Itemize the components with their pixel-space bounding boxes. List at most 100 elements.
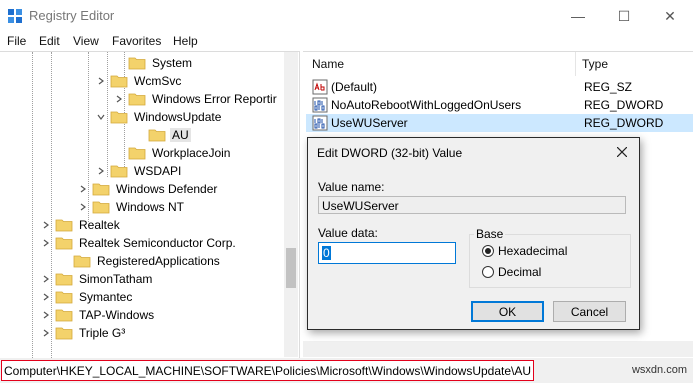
chevron-right-icon[interactable] <box>78 202 88 212</box>
value-data-text: 0 <box>322 246 331 260</box>
tree-item-label: Triple G³ <box>79 326 126 340</box>
folder-icon <box>128 147 146 160</box>
chevron-right-icon[interactable] <box>114 94 124 104</box>
folder-icon <box>110 111 128 124</box>
chevron-right-icon[interactable] <box>78 184 88 194</box>
tree-item-label: Windows Defender <box>116 182 218 196</box>
status-bar: Computer\HKEY_LOCAL_MACHINE\SOFTWARE\Pol… <box>0 358 693 383</box>
value-data-label: Value data: <box>318 226 378 240</box>
cancel-button[interactable]: Cancel <box>553 301 626 322</box>
tree-item[interactable]: Realtek <box>41 216 122 234</box>
chevron-right-icon[interactable] <box>41 220 51 230</box>
tree-item-label: RegisteredApplications <box>97 254 220 268</box>
menu-bar: File Edit View Favorites Help <box>0 31 693 51</box>
decimal-radio[interactable]: Decimal <box>482 265 541 279</box>
folder-icon <box>55 291 73 304</box>
chevron-right-icon[interactable] <box>41 292 51 302</box>
folder-icon <box>55 219 73 232</box>
binary-value-icon <box>312 97 328 113</box>
base-groupbox <box>469 234 631 288</box>
value-row[interactable]: (Default) REG_SZ <box>306 78 693 96</box>
chevron-right-icon[interactable] <box>41 310 51 320</box>
folder-icon <box>128 93 146 106</box>
tree-item-label: WorkplaceJoin <box>152 146 231 160</box>
close-icon <box>617 147 627 157</box>
tree-item[interactable]: Windows NT <box>78 198 186 216</box>
folder-icon <box>55 309 73 322</box>
hexadecimal-radio[interactable]: Hexadecimal <box>482 244 567 258</box>
minimize-button[interactable]: — <box>555 2 601 30</box>
chevron-right-icon[interactable] <box>96 76 106 86</box>
title-bar: Registry Editor — ☐ ✕ <box>0 0 693 31</box>
tree-item-label: Windows Error Reportir <box>152 92 277 106</box>
tree-item[interactable]: Realtek Semiconductor Corp. <box>41 234 238 252</box>
menu-favorites[interactable]: Favorites <box>112 34 161 48</box>
tree-item[interactable]: Symantec <box>41 288 134 306</box>
maximize-button[interactable]: ☐ <box>601 2 647 30</box>
close-button[interactable]: ✕ <box>647 2 693 30</box>
string-value-icon <box>312 79 328 95</box>
folder-icon <box>55 273 73 286</box>
registry-editor-icon <box>8 9 22 23</box>
tree-item[interactable]: AU <box>148 126 191 144</box>
column-header-type[interactable]: Type <box>582 52 608 76</box>
values-horizontal-scrollbar[interactable] <box>303 341 693 357</box>
tree-item-label: Windows NT <box>116 200 185 214</box>
chevron-right-icon[interactable] <box>41 274 51 284</box>
tree-guide-line <box>32 52 33 358</box>
value-type: REG_DWORD <box>584 116 664 130</box>
tree-item[interactable]: SimonTatham <box>41 270 154 288</box>
menu-view[interactable]: View <box>73 34 99 48</box>
folder-icon <box>148 129 166 142</box>
base-label: Base <box>474 227 506 241</box>
dialog-title: Edit DWORD (32-bit) Value <box>317 146 463 160</box>
value-row[interactable]: NoAutoRebootWithLoggedOnUsers REG_DWORD <box>306 96 693 114</box>
tree-item[interactable]: System <box>128 54 194 72</box>
tree-item-label: Realtek <box>79 218 120 232</box>
menu-edit[interactable]: Edit <box>39 34 60 48</box>
folder-icon <box>92 201 110 214</box>
key-path[interactable]: Computer\HKEY_LOCAL_MACHINE\SOFTWARE\Pol… <box>1 360 535 381</box>
radio-selected-icon <box>482 245 494 257</box>
folder-icon <box>110 165 128 178</box>
chevron-right-icon[interactable] <box>41 328 51 338</box>
tree-item[interactable]: Windows Defender <box>78 180 219 198</box>
chevron-right-icon[interactable] <box>96 166 106 176</box>
folder-icon <box>55 327 73 340</box>
tree-item-label: WSDAPI <box>134 164 182 178</box>
tree-item[interactable]: WcmSvc <box>96 72 183 90</box>
tree-item[interactable]: Triple G³ <box>41 324 127 342</box>
chevron-right-icon[interactable] <box>41 238 51 248</box>
folder-icon <box>55 237 73 250</box>
chevron-down-icon[interactable] <box>96 112 106 122</box>
tree-item-label: TAP-Windows <box>79 308 155 322</box>
hexadecimal-label: Hexadecimal <box>498 244 568 258</box>
menu-file[interactable]: File <box>7 34 26 48</box>
value-name: (Default) <box>331 80 378 94</box>
binary-value-icon <box>312 115 328 131</box>
tree-item[interactable]: WorkplaceJoin <box>128 144 232 162</box>
registry-tree[interactable]: System WcmSvc Windows Error Reportir Window… <box>0 51 300 358</box>
watermark-text: wsxdn.com <box>631 364 687 376</box>
tree-item[interactable]: RegisteredApplications <box>73 252 222 270</box>
decimal-label: Decimal <box>498 265 542 279</box>
value-row[interactable]: UseWUServer REG_DWORD <box>306 114 693 132</box>
tree-item-label: Realtek Semiconductor Corp. <box>79 236 236 250</box>
ok-button[interactable]: OK <box>471 301 544 322</box>
column-header-name[interactable]: Name <box>312 52 344 76</box>
tree-item[interactable]: Windows Error Reportir <box>114 90 279 108</box>
value-data-input[interactable]: 0 <box>318 242 456 264</box>
value-name-label: Value name: <box>318 180 385 194</box>
value-type: REG_SZ <box>584 80 633 94</box>
column-separator[interactable] <box>575 52 576 76</box>
radio-unselected-icon <box>482 266 494 278</box>
menu-help[interactable]: Help <box>173 34 198 48</box>
value-name: NoAutoRebootWithLoggedOnUsers <box>331 98 522 112</box>
tree-item-label: WcmSvc <box>134 74 182 88</box>
tree-item[interactable]: WSDAPI <box>96 162 183 180</box>
dialog-close-button[interactable] <box>611 142 633 162</box>
tree-scrollbar-thumb[interactable] <box>286 248 296 288</box>
tree-item[interactable]: WindowsUpdate <box>96 108 223 126</box>
tree-scrollbar[interactable] <box>284 52 298 357</box>
tree-item[interactable]: TAP-Windows <box>41 306 156 324</box>
